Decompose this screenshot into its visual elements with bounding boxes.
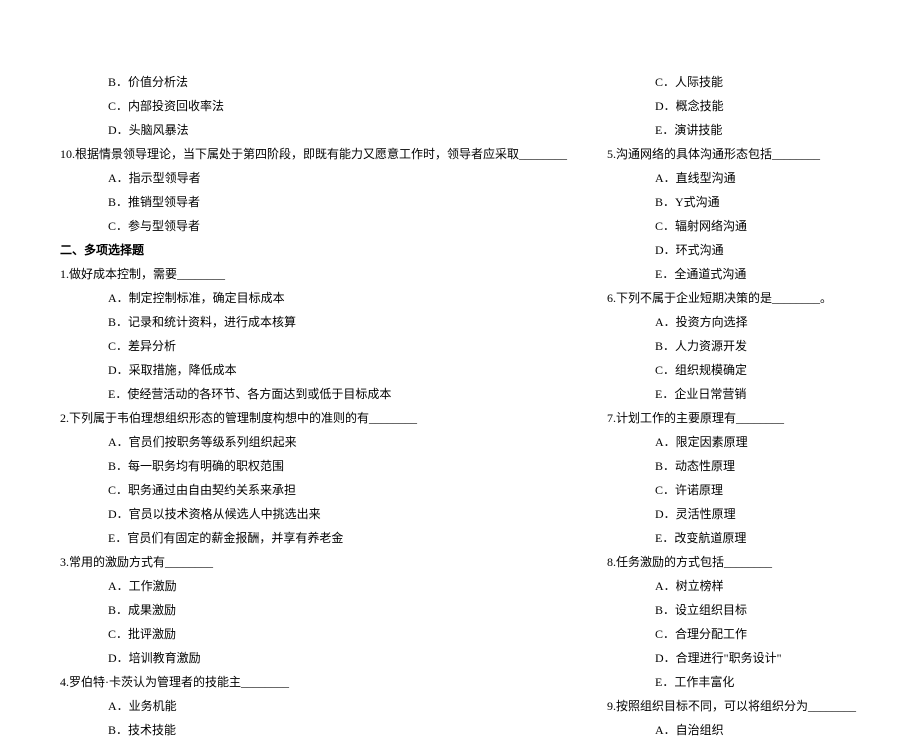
- option: A．工作激励: [60, 574, 567, 598]
- option: A．官员们按职务等级系列组织起来: [60, 430, 567, 454]
- option: B．人力资源开发: [607, 334, 860, 358]
- left-column: B．价值分析法 C．内部投资回收率法 D．头脑风暴法 10.根据情景领导理论，当…: [60, 70, 567, 742]
- question-10: 10.根据情景领导理论，当下属处于第四阶段，即既有能力又愿意工作时，领导者应采取…: [60, 142, 567, 166]
- right-column: C．人际技能 D．概念技能 E．演讲技能 5.沟通网络的具体沟通形态包括____…: [607, 70, 860, 742]
- option: E．企业日常营销: [607, 382, 860, 406]
- option: C．辐射网络沟通: [607, 214, 860, 238]
- question-1: 1.做好成本控制，需要________: [60, 262, 567, 286]
- option: C．合理分配工作: [607, 622, 860, 646]
- option: A．业务机能: [60, 694, 567, 718]
- option: B．价值分析法: [60, 70, 567, 94]
- option: C．许诺原理: [607, 478, 860, 502]
- option: B．每一职务均有明确的职权范围: [60, 454, 567, 478]
- option: C．内部投资回收率法: [60, 94, 567, 118]
- option: C．差异分析: [60, 334, 567, 358]
- option: A．指示型领导者: [60, 166, 567, 190]
- option: C．人际技能: [607, 70, 860, 94]
- question-6: 6.下列不属于企业短期决策的是________。: [607, 286, 860, 310]
- section-heading: 二、多项选择题: [60, 238, 567, 262]
- option: D．培训教育激励: [60, 646, 567, 670]
- option: D．合理进行"职务设计": [607, 646, 860, 670]
- option: B．推销型领导者: [60, 190, 567, 214]
- option: D．采取措施，降低成本: [60, 358, 567, 382]
- option: B．动态性原理: [607, 454, 860, 478]
- option: C．组织规模确定: [607, 358, 860, 382]
- question-7: 7.计划工作的主要原理有________: [607, 406, 860, 430]
- option: B．Y式沟通: [607, 190, 860, 214]
- question-3: 3.常用的激励方式有________: [60, 550, 567, 574]
- option: E．演讲技能: [607, 118, 860, 142]
- option: E．改变航道原理: [607, 526, 860, 550]
- question-8: 8.任务激励的方式包括________: [607, 550, 860, 574]
- option: B．成果激励: [60, 598, 567, 622]
- option: D．官员以技术资格从候选人中挑选出来: [60, 502, 567, 526]
- option: C．参与型领导者: [60, 214, 567, 238]
- option: E．工作丰富化: [607, 670, 860, 694]
- option: E．官员们有固定的薪金报酬，并享有养老金: [60, 526, 567, 550]
- option: E．使经营活动的各环节、各方面达到或低于目标成本: [60, 382, 567, 406]
- option: A．投资方向选择: [607, 310, 860, 334]
- question-5: 5.沟通网络的具体沟通形态包括________: [607, 142, 860, 166]
- option: B．记录和统计资料，进行成本核算: [60, 310, 567, 334]
- option: C．职务通过由自由契约关系来承担: [60, 478, 567, 502]
- option: C．批评激励: [60, 622, 567, 646]
- option: A．直线型沟通: [607, 166, 860, 190]
- option: A．限定因素原理: [607, 430, 860, 454]
- option: D．概念技能: [607, 94, 860, 118]
- option: E．全通道式沟通: [607, 262, 860, 286]
- option: A．树立榜样: [607, 574, 860, 598]
- option: D．灵活性原理: [607, 502, 860, 526]
- question-4: 4.罗伯特·卡茨认为管理者的技能主________: [60, 670, 567, 694]
- question-9: 9.按照组织目标不同，可以将组织分为________: [607, 694, 860, 718]
- option: D．头脑风暴法: [60, 118, 567, 142]
- option: A．制定控制标准，确定目标成本: [60, 286, 567, 310]
- option: D．环式沟通: [607, 238, 860, 262]
- question-2: 2.下列属于韦伯理想组织形态的管理制度构想中的准则的有________: [60, 406, 567, 430]
- option: B．技术技能: [60, 718, 567, 742]
- two-column-layout: B．价值分析法 C．内部投资回收率法 D．头脑风暴法 10.根据情景领导理论，当…: [0, 70, 920, 742]
- option: B．设立组织目标: [607, 598, 860, 622]
- option: A．自治组织: [607, 718, 860, 742]
